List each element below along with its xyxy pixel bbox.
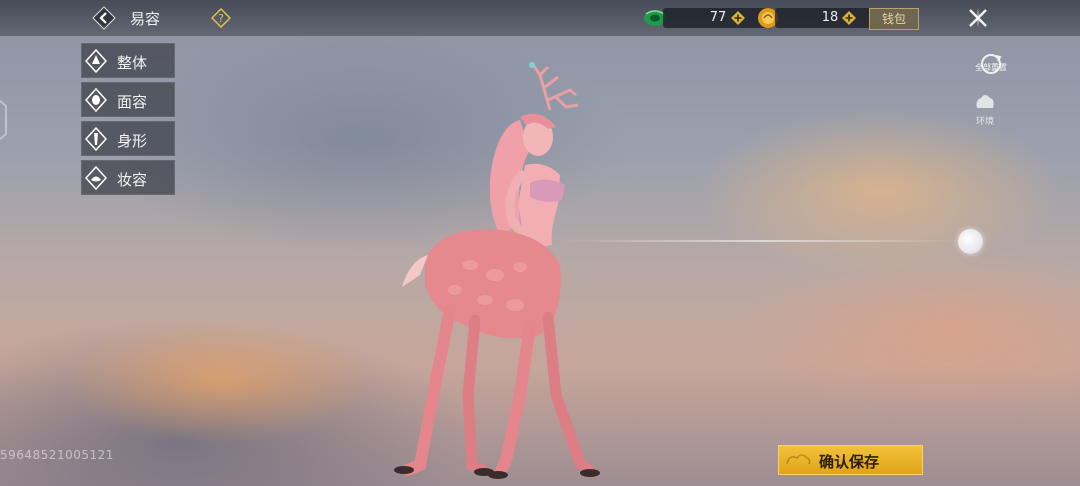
player-uid: 59648521005121 (0, 448, 114, 462)
plus-icon (731, 11, 745, 25)
chevron-left-icon (92, 6, 116, 30)
plus-icon (842, 11, 856, 25)
add-jade-button[interactable] (731, 10, 745, 25)
environment-button[interactable]: 环境 (965, 92, 1005, 127)
cloud-swirl-icon (786, 454, 811, 465)
environment-icon (976, 95, 994, 108)
character-model[interactable] (380, 55, 610, 485)
makeup-icon (85, 166, 107, 190)
menu-item-whole[interactable]: 整体 (81, 43, 175, 78)
customize-menu: 整体 面容 身形 妆容 (81, 43, 175, 199)
close-x-icon (969, 8, 987, 28)
menu-item-face[interactable]: 面容 (81, 82, 175, 117)
svg-text:?: ? (218, 12, 224, 25)
side-panel-handle[interactable] (0, 92, 10, 148)
menu-item-label: 身形 (117, 132, 148, 150)
menu-item-label: 妆容 (117, 171, 148, 189)
back-button[interactable] (90, 4, 118, 32)
menu-item-label: 整体 (117, 54, 148, 72)
body-shape-icon (85, 127, 107, 151)
menu-item-label: 面容 (117, 93, 148, 111)
reset-all-label: 全部重置 (975, 63, 1007, 72)
face-icon (85, 88, 107, 112)
menu-item-makeup[interactable]: 妆容 (81, 160, 175, 195)
page-title: 易容 (130, 10, 161, 28)
horizon-glow (560, 240, 960, 242)
light-orb-handle[interactable] (958, 229, 983, 254)
question-diamond-icon: ? (210, 7, 232, 29)
add-gold-button[interactable] (842, 10, 856, 25)
help-button[interactable]: ? (210, 7, 232, 29)
menu-item-body-shape[interactable]: 身形 (81, 121, 175, 156)
close-button[interactable] (965, 5, 991, 31)
confirm-save-button[interactable]: 确认保存 (778, 445, 923, 475)
environment-label: 环境 (975, 117, 994, 127)
whole-body-icon (85, 49, 107, 73)
wallet-button[interactable]: 钱包 (869, 8, 919, 30)
confirm-save-label: 确认保存 (819, 453, 880, 471)
